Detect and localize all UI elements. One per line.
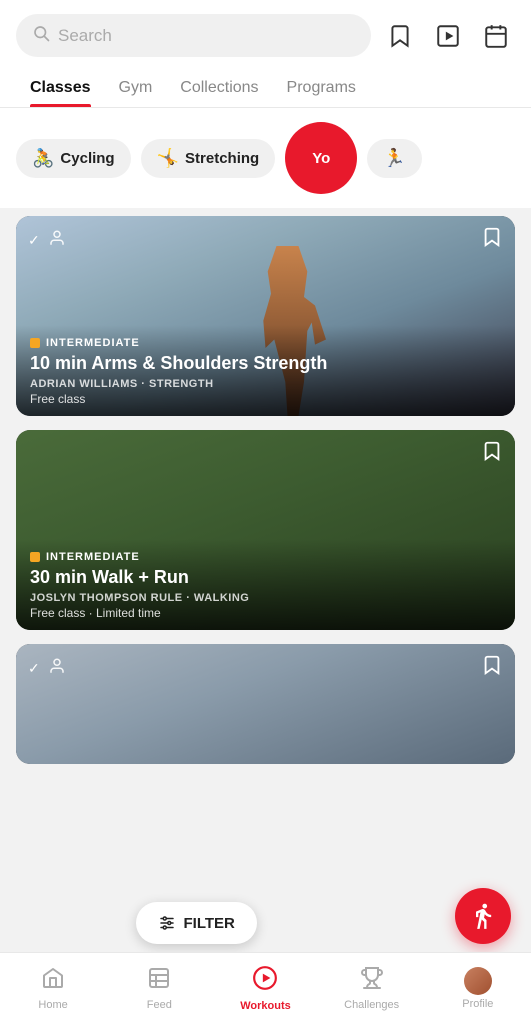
nav-home-label: Home (38, 999, 67, 1011)
nav-feed[interactable]: Feed (129, 966, 189, 1011)
profile-avatar (464, 967, 492, 995)
workout-card-1[interactable]: ✓ INTERMEDIATE 10 min Arms & Shoulders (16, 216, 515, 416)
workout-card-3[interactable]: ✓ (16, 644, 515, 764)
nav-challenges[interactable]: Challenges (342, 966, 402, 1011)
chip-cycling[interactable]: 🚴 Cycling (16, 139, 131, 178)
card-2-bookmark[interactable] (481, 440, 503, 468)
filter-label: FILTER (184, 915, 235, 932)
search-icon (32, 24, 50, 47)
card-1-user-icon (48, 229, 66, 252)
workouts-icon (252, 965, 278, 997)
card-3-check: ✓ (28, 660, 40, 677)
stretching-icon: 🤸 (157, 148, 179, 169)
card-1-top-row: ✓ (28, 226, 503, 254)
workout-card-2[interactable]: INTERMEDIATE 30 min Walk + Run JOSLYN TH… (16, 430, 515, 630)
card-3-image: ✓ (16, 644, 515, 764)
nav-workouts[interactable]: Workouts (235, 965, 295, 1012)
card-1-level-text: INTERMEDIATE (46, 337, 140, 349)
card-3-user-icon (48, 657, 66, 680)
card-1-title: 10 min Arms & Shoulders Strength (30, 353, 501, 375)
card-1-top-left: ✓ (28, 229, 66, 252)
home-icon (41, 966, 65, 996)
tab-classes[interactable]: Classes (16, 67, 105, 107)
nav-feed-label: Feed (147, 999, 172, 1011)
card-3-top-left: ✓ (28, 657, 66, 680)
card-3-top-row: ✓ (28, 654, 503, 682)
nav-home[interactable]: Home (23, 966, 83, 1011)
card-2-title: 30 min Walk + Run (30, 567, 501, 589)
nav-workouts-label: Workouts (240, 1000, 291, 1012)
bottom-nav: Home Feed Workouts Challenges Profile (0, 952, 531, 1024)
chip-cycling-label: Cycling (60, 150, 114, 167)
cycling-icon: 🚴 (32, 148, 54, 169)
search-placeholder-text: Search (58, 26, 112, 46)
card-2-info: INTERMEDIATE 30 min Walk + Run JOSLYN TH… (16, 539, 515, 630)
search-bar[interactable]: Search (16, 14, 371, 57)
tabs-row: Classes Gym Collections Programs (0, 67, 531, 108)
cards-container: ✓ INTERMEDIATE 10 min Arms & Shoulders (0, 208, 531, 1024)
tab-collections[interactable]: Collections (166, 67, 272, 107)
challenges-icon (360, 966, 384, 996)
card-2-level-dot (30, 552, 40, 562)
card-2-image: INTERMEDIATE 30 min Walk + Run JOSLYN TH… (16, 430, 515, 630)
feed-icon (147, 966, 171, 996)
header-icons (381, 17, 515, 55)
bookmark-button[interactable] (381, 17, 419, 55)
header: Search (0, 0, 531, 67)
card-3-bookmark[interactable] (481, 654, 503, 682)
card-1-subtitle: ADRIAN WILLIAMS · STRENGTH (30, 378, 501, 390)
card-2-level-text: INTERMEDIATE (46, 551, 140, 563)
card-2-top-row (28, 440, 503, 468)
card-1-bookmark[interactable] (481, 226, 503, 254)
card-1-level-dot (30, 338, 40, 348)
more-icon: 🏃 (383, 148, 405, 169)
category-row: 🚴 Cycling 🤸 Stretching Yo 🏃 (0, 108, 531, 208)
tab-gym[interactable]: Gym (105, 67, 167, 107)
fab-run-button[interactable] (455, 888, 511, 944)
nav-profile-label: Profile (462, 998, 493, 1010)
card-2-level: INTERMEDIATE (30, 551, 501, 563)
card-2-subtitle: JOSLYN THOMPSON RULE · WALKING (30, 592, 501, 604)
chip-stretching[interactable]: 🤸 Stretching (141, 139, 276, 178)
chip-more[interactable]: 🏃 (367, 139, 421, 178)
play-button[interactable] (429, 17, 467, 55)
card-2-free: Free class · Limited time (30, 606, 501, 620)
nav-profile[interactable]: Profile (448, 967, 508, 1010)
chip-yoga-label: Yo (312, 150, 330, 167)
card-1-image: ✓ INTERMEDIATE 10 min Arms & Shoulders (16, 216, 515, 416)
nav-challenges-label: Challenges (344, 999, 399, 1011)
calendar-button[interactable] (477, 17, 515, 55)
card-1-info: INTERMEDIATE 10 min Arms & Shoulders Str… (16, 325, 515, 416)
chip-stretching-label: Stretching (185, 150, 259, 167)
filter-button[interactable]: FILTER (136, 902, 257, 944)
card-1-free: Free class (30, 392, 501, 406)
chip-yoga[interactable]: Yo (285, 122, 357, 194)
app-container: Search Classes Gym Collections Programs … (0, 0, 531, 1024)
card-1-level: INTERMEDIATE (30, 337, 501, 349)
card-1-check: ✓ (28, 232, 40, 249)
tab-programs[interactable]: Programs (273, 67, 370, 107)
